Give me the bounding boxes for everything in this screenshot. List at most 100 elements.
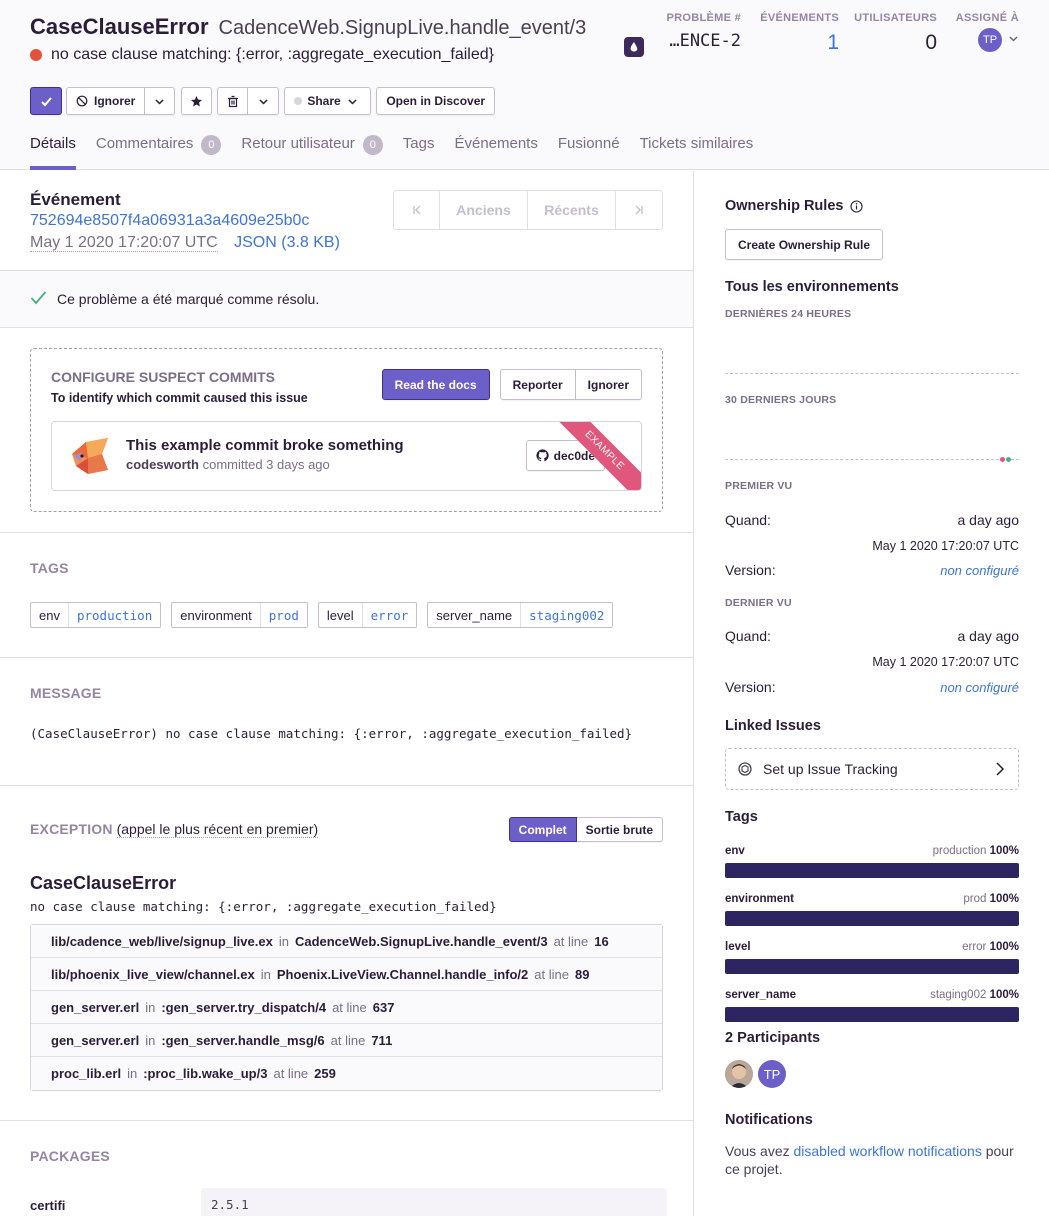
- last-seen-version-link[interactable]: non configuré: [940, 680, 1019, 695]
- first-page-icon: [412, 205, 420, 215]
- tab-user-feedback-label: Retour utilisateur: [241, 135, 355, 152]
- star-icon: [191, 95, 203, 106]
- frame-file: gen_server.erl: [51, 999, 140, 1015]
- integration-icon: [738, 762, 752, 776]
- tag-key: level: [319, 603, 363, 627]
- all-environments-heading: Tous les environnements: [725, 279, 899, 295]
- chevron-down-icon: [259, 98, 268, 105]
- package-version: 2.5.1: [201, 1188, 667, 1216]
- delete-options-dropdown[interactable]: [248, 87, 280, 115]
- event-json-link[interactable]: JSON (3.8 KB): [234, 234, 340, 251]
- tab-merged[interactable]: Fusionné: [558, 135, 620, 170]
- tag-dist-pct: 100%: [989, 941, 1019, 953]
- stack-frame[interactable]: gen_server.erl in:gen_server.handle_msg/6…: [31, 1024, 662, 1057]
- tag-value: production: [76, 607, 153, 623]
- tab-similar-issues[interactable]: Tickets similaires: [640, 135, 754, 170]
- stat-users-label: UTILISATEURS: [854, 12, 937, 24]
- suspect-snooze-group: Reporter Ignorer: [499, 369, 642, 400]
- frame-at-line-word: at line: [553, 933, 589, 949]
- resolve-button[interactable]: [30, 87, 62, 115]
- last-30d-label: 30 DERNIERS JOURS: [725, 394, 837, 406]
- read-docs-button[interactable]: Read the docs: [381, 369, 490, 400]
- tag-dist-pct: 100%: [989, 845, 1019, 857]
- chart-30d-release-marker[interactable]: [1006, 457, 1011, 462]
- participant-avatar[interactable]: [725, 1060, 753, 1088]
- newer-event-button[interactable]: Récents: [528, 191, 616, 229]
- commit-author: codesworth: [126, 457, 199, 472]
- frame-function: CadenceWeb.SignupLive.handle_event/3: [294, 933, 548, 949]
- view-raw-button[interactable]: Sortie brute: [576, 817, 663, 842]
- workflow-notifications-link[interactable]: disabled workflow notifications: [794, 1143, 982, 1159]
- stat-events: ÉVÉNEMENTS 1: [741, 12, 839, 55]
- share-button[interactable]: Share: [284, 87, 372, 115]
- delete-button[interactable]: [217, 87, 249, 115]
- notifications-text: Vous avez disabled workflow notification…: [725, 1142, 1019, 1178]
- assignee-selector[interactable]: TP: [937, 28, 1019, 52]
- chart-30d-event-marker[interactable]: [1000, 457, 1005, 462]
- setup-issue-tracking-button[interactable]: Set up Issue Tracking: [725, 748, 1019, 790]
- ignore-button-label: Ignorer: [94, 94, 136, 108]
- oldest-event-button[interactable]: [394, 191, 440, 229]
- stat-issue-value[interactable]: …ENCE-2: [631, 31, 741, 51]
- event-id-link[interactable]: 752694e8507f4a06931a3a4609e25b0c: [30, 212, 309, 230]
- frame-line: 711: [371, 1032, 393, 1048]
- tab-similar-label: Tickets similaires: [639, 135, 754, 152]
- info-icon[interactable]: [850, 199, 864, 213]
- stat-issue-label: PROBLÈME #: [666, 12, 741, 24]
- tab-user-feedback[interactable]: Retour utilisateur 0: [241, 135, 383, 170]
- chevron-down-icon: [348, 98, 357, 105]
- tags-heading: TAGS: [30, 560, 69, 576]
- stat-events-value[interactable]: 1: [741, 31, 839, 55]
- tag-dist-top-value: staging002 100%: [930, 989, 1019, 1001]
- suspect-commits-box: CONFIGURE SUSPECT COMMITS To identify wh…: [30, 348, 663, 512]
- chart-30d-baseline: [725, 459, 1019, 460]
- newest-event-button[interactable]: [616, 191, 662, 229]
- ignore-button[interactable]: Ignorer: [66, 87, 146, 115]
- first-seen-version-link[interactable]: non configuré: [940, 563, 1019, 578]
- resolved-notice: Ce problème a été marqué comme résolu.: [0, 271, 693, 328]
- frame-function: :gen_server.try_dispatch/4: [161, 999, 327, 1015]
- tag-dist-bar[interactable]: [725, 1007, 1019, 1022]
- tag-dist-bar[interactable]: [725, 959, 1019, 974]
- bookmark-button[interactable]: [181, 87, 213, 115]
- view-full-button[interactable]: Complet: [508, 817, 577, 842]
- message-heading: MESSAGE: [30, 685, 102, 701]
- open-in-discover-button[interactable]: Open in Discover: [376, 87, 496, 115]
- stack-frame[interactable]: proc_lib.erl in:proc_lib.wake_up/3 at line…: [31, 1057, 662, 1090]
- event-heading: Événement: [30, 190, 121, 209]
- tag-dist-bar[interactable]: [725, 863, 1019, 878]
- participants-heading: 2 Participants: [725, 1030, 821, 1046]
- tag-pill[interactable]: level error: [317, 602, 418, 628]
- dismiss-button[interactable]: Ignorer: [575, 369, 642, 400]
- feedback-count-badge: 0: [362, 135, 383, 155]
- assignee-avatar: TP: [978, 28, 1002, 52]
- tag-pill[interactable]: environment prod: [171, 602, 308, 628]
- postpone-button[interactable]: Reporter: [499, 369, 576, 400]
- stack-frame[interactable]: lib/cadence_web/live/signup_live.ex in Cad…: [31, 925, 662, 958]
- tab-details[interactable]: Détails: [30, 135, 76, 170]
- exception-heading: EXCEPTION: [30, 821, 113, 837]
- ignore-options-dropdown[interactable]: [145, 87, 176, 115]
- stack-frame[interactable]: lib/phoenix_live_view/channel.ex in Phoeni…: [31, 958, 662, 991]
- participant-avatar[interactable]: TP: [758, 1060, 786, 1088]
- tag-dist-top-value: prod 100%: [963, 893, 1019, 905]
- error-level-dot: [30, 49, 42, 61]
- issue-header: CaseClauseError CadenceWeb.SignupLive.ha…: [0, 0, 1049, 170]
- tab-tags[interactable]: Tags: [403, 135, 435, 170]
- older-event-button[interactable]: Anciens: [440, 191, 528, 229]
- last-seen-when-label: Quand:: [725, 628, 771, 644]
- frame-file: lib/cadence_web/live/signup_live.ex: [51, 933, 273, 949]
- tag-dist-bar[interactable]: [725, 911, 1019, 926]
- frame-function: Phoenix.LiveView.Channel.handle_info/2: [276, 966, 529, 982]
- share-status-dot: [294, 97, 303, 105]
- tab-comments[interactable]: Commentaires 0: [96, 135, 222, 170]
- tag-pill[interactable]: env production: [30, 602, 162, 628]
- event-header: Événement 752694e8507f4a06931a3a4609e25b…: [0, 171, 693, 271]
- issue-title: CaseClauseError: [30, 14, 209, 39]
- frame-line: 259: [314, 1066, 336, 1081]
- tab-comments-label: Commentaires: [95, 135, 194, 152]
- stack-frame[interactable]: gen_server.erl in:gen_server.try_dispatch…: [31, 991, 662, 1024]
- create-ownership-rule-button[interactable]: Create Ownership Rule: [725, 229, 884, 260]
- tag-pill[interactable]: server_name staging002: [427, 602, 614, 628]
- tab-events[interactable]: Événements: [454, 135, 537, 170]
